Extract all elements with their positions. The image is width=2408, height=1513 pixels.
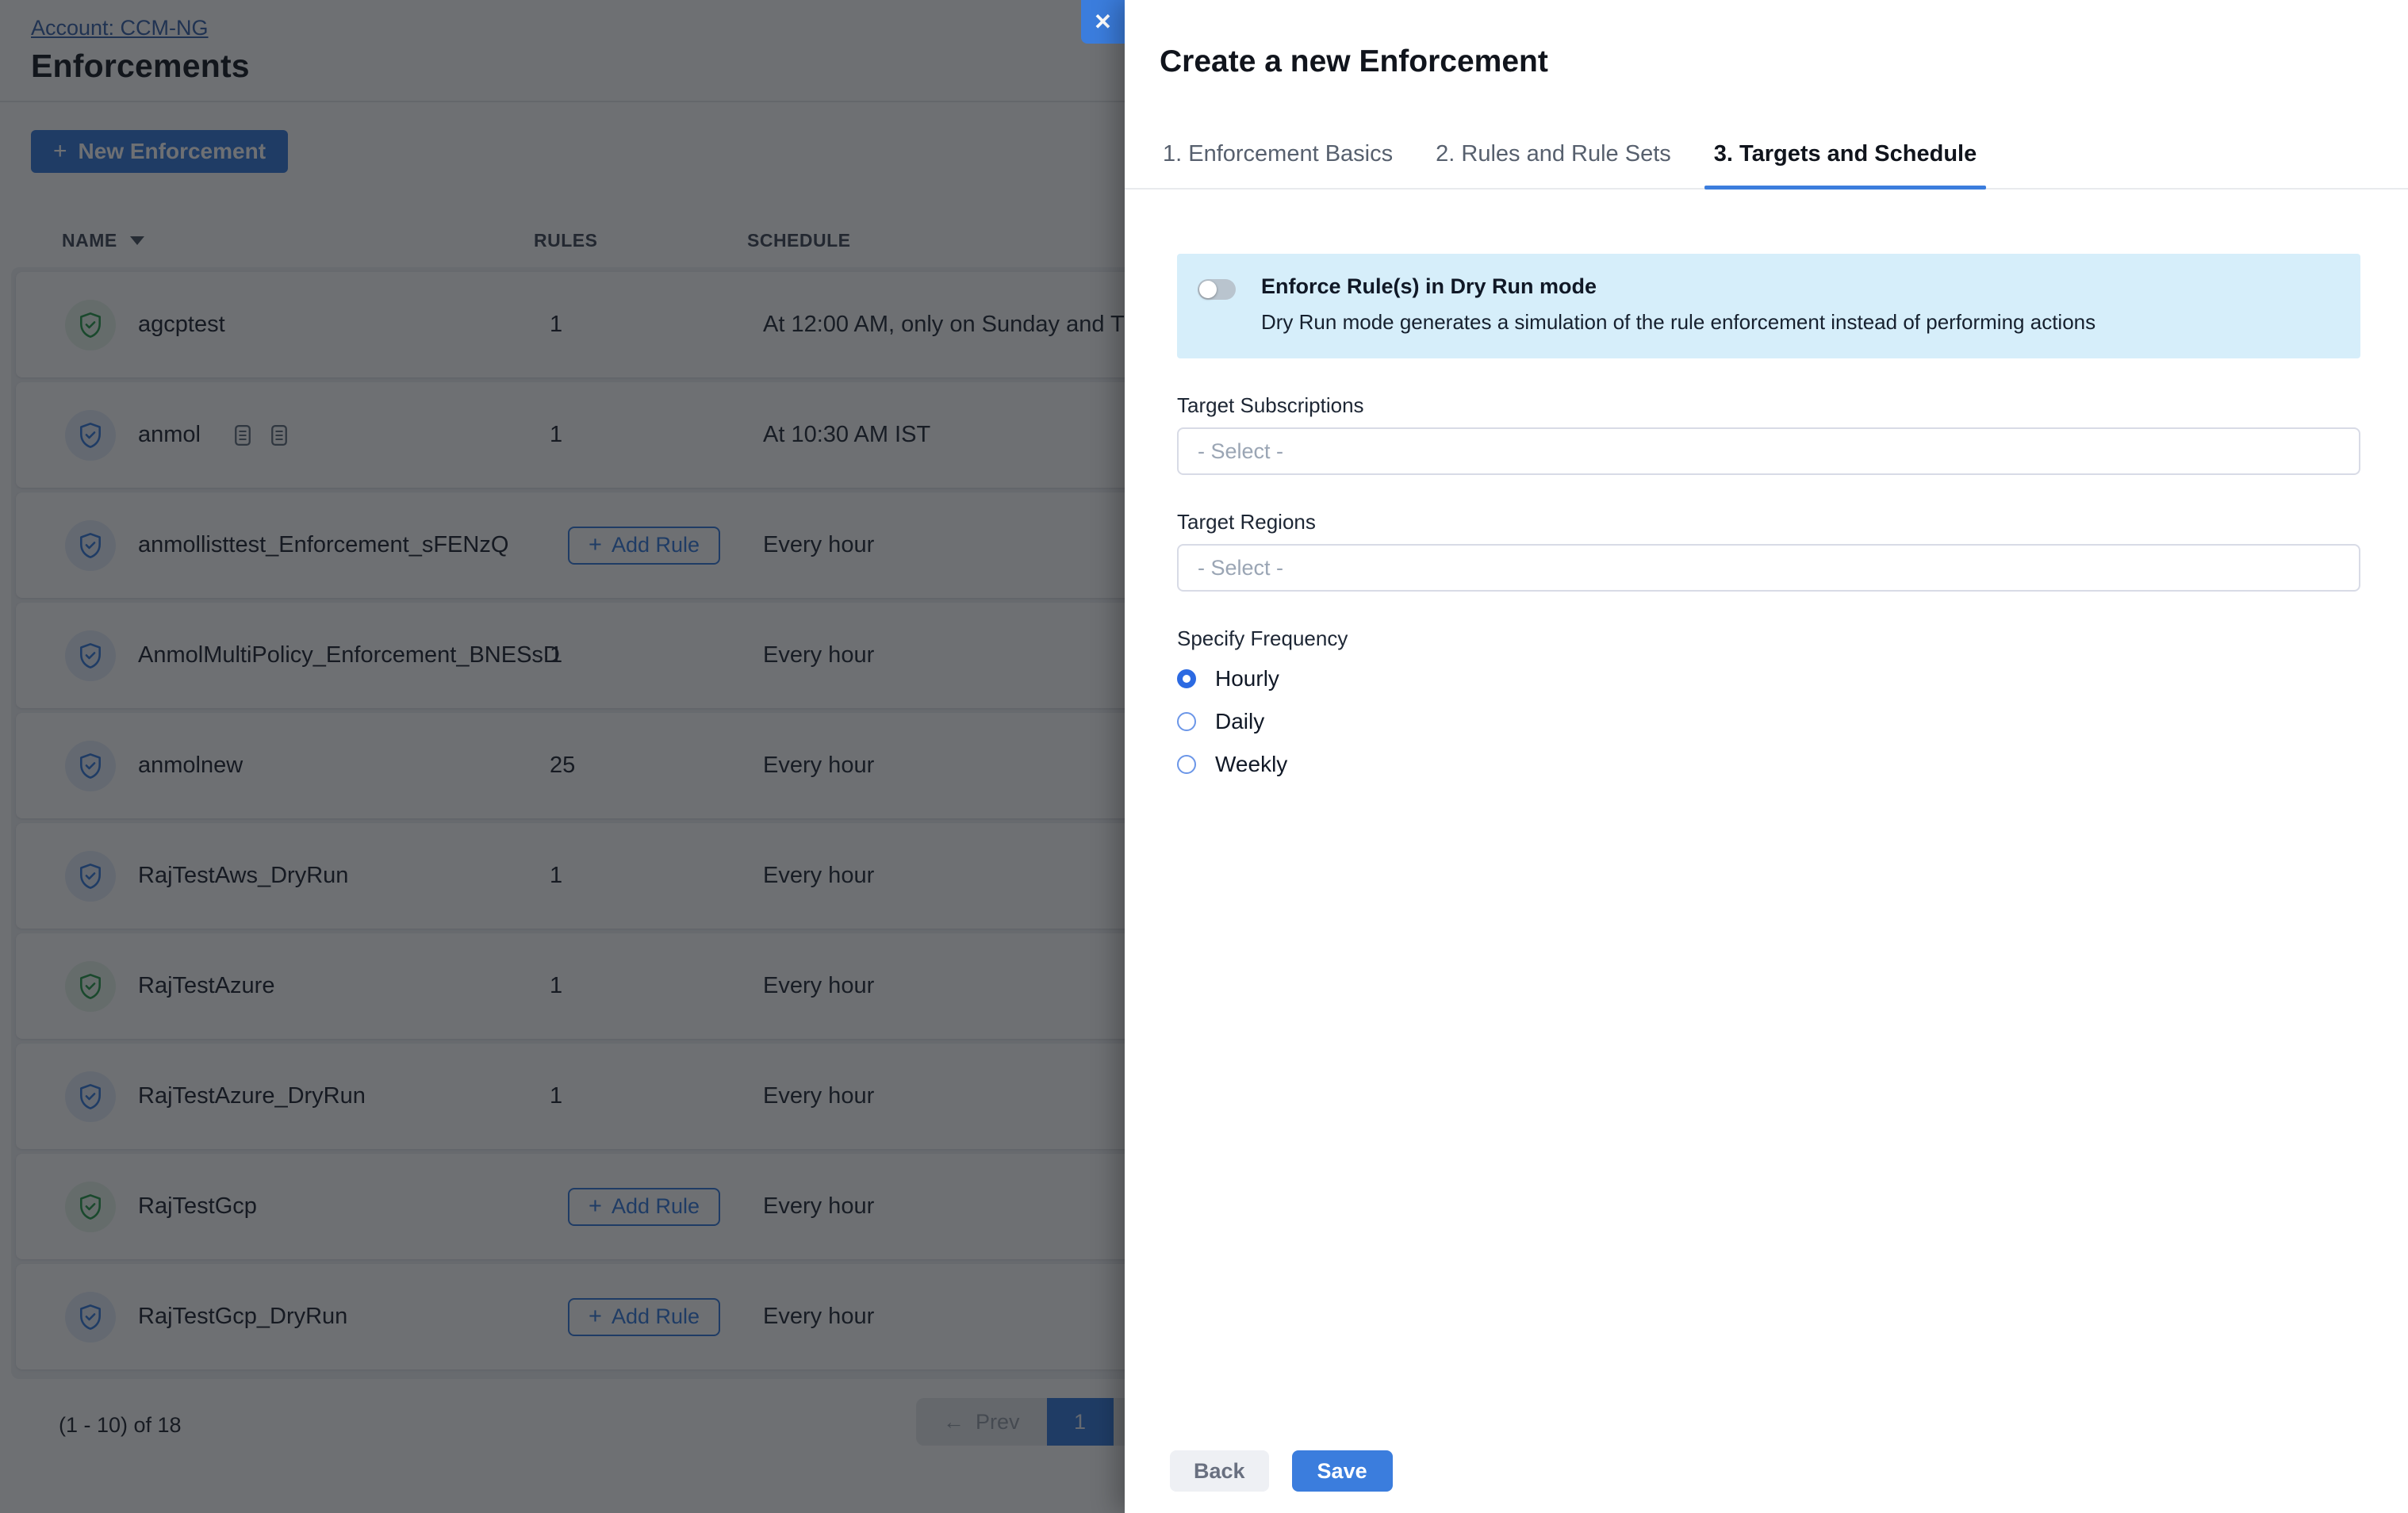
dry-run-title: Enforce Rule(s) in Dry Run mode bbox=[1261, 274, 2095, 299]
target-regions-label: Target Regions bbox=[1177, 510, 2360, 534]
radio-icon[interactable] bbox=[1177, 712, 1196, 731]
specify-frequency-label: Specify Frequency bbox=[1177, 626, 2360, 651]
tab-3[interactable]: 3. Targets and Schedule bbox=[1711, 141, 1980, 188]
tab-1[interactable]: 1. Enforcement Basics bbox=[1160, 141, 1396, 188]
frequency-option-daily[interactable]: Daily bbox=[1177, 700, 2360, 743]
close-icon: ✕ bbox=[1094, 9, 1112, 35]
frequency-option-hourly[interactable]: Hourly bbox=[1177, 657, 2360, 700]
panel-tabs: 1. Enforcement Basics 2. Rules and Rule S… bbox=[1125, 141, 2408, 190]
panel-content: Enforce Rule(s) in Dry Run mode Dry Run … bbox=[1177, 196, 2360, 786]
frequency-option-label: Daily bbox=[1215, 709, 1264, 734]
save-button[interactable]: Save bbox=[1292, 1450, 1393, 1492]
target-subscriptions-label: Target Subscriptions bbox=[1177, 393, 2360, 418]
frequency-option-weekly[interactable]: Weekly bbox=[1177, 743, 2360, 786]
target-regions-select[interactable]: - Select - bbox=[1177, 544, 2360, 592]
dry-run-texts: Enforce Rule(s) in Dry Run mode Dry Run … bbox=[1261, 274, 2095, 335]
toggle-knob-icon bbox=[1199, 281, 1217, 298]
panel-tabs-inner: 1. Enforcement Basics 2. Rules and Rule S… bbox=[1160, 141, 2408, 188]
radio-icon[interactable] bbox=[1177, 755, 1196, 774]
target-subscriptions-select[interactable]: - Select - bbox=[1177, 427, 2360, 475]
panel-footer: Back Save bbox=[1170, 1450, 1393, 1492]
back-button[interactable]: Back bbox=[1170, 1450, 1269, 1492]
close-button[interactable]: ✕ bbox=[1081, 0, 1125, 44]
panel-title: Create a new Enforcement bbox=[1160, 44, 1548, 79]
dry-run-info-box: Enforce Rule(s) in Dry Run mode Dry Run … bbox=[1177, 254, 2360, 358]
create-enforcement-panel: Create a new Enforcement 1. Enforcement … bbox=[1125, 0, 2408, 1513]
radio-icon[interactable] bbox=[1177, 669, 1196, 688]
dry-run-toggle[interactable] bbox=[1198, 279, 1236, 300]
frequency-option-label: Weekly bbox=[1215, 752, 1287, 777]
tab-2[interactable]: 2. Rules and Rule Sets bbox=[1432, 141, 1674, 188]
frequency-options: Hourly Daily Weekly bbox=[1177, 657, 2360, 786]
frequency-option-label: Hourly bbox=[1215, 666, 1279, 691]
dry-run-description: Dry Run mode generates a simulation of t… bbox=[1261, 310, 2095, 335]
screen: Account: CCM-NG Enforcements + New Enfor… bbox=[0, 0, 2408, 1513]
